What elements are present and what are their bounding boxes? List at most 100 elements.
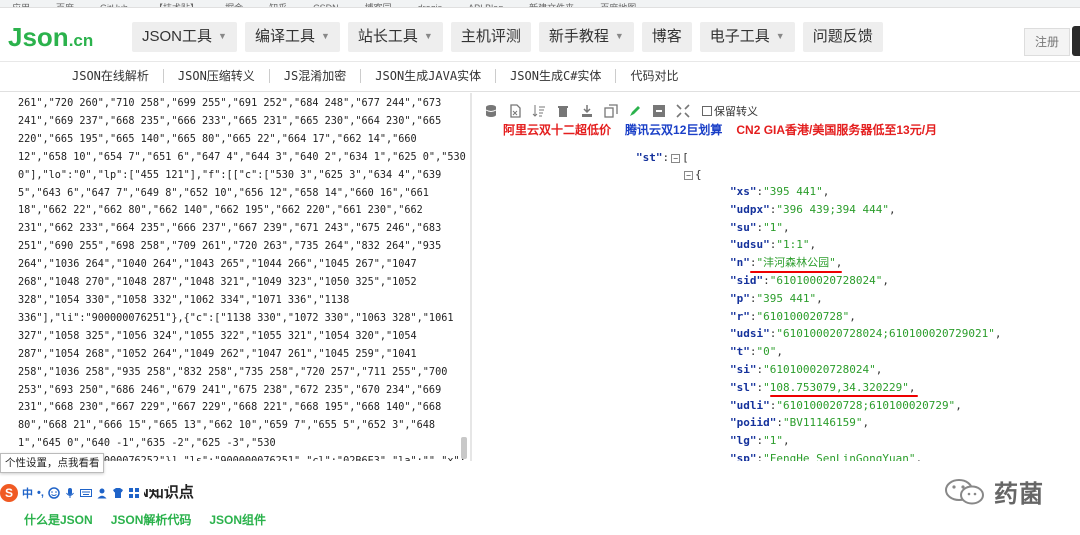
menu-item[interactable]: JSON工具 ▼ (132, 22, 237, 52)
menu-item[interactable]: 主机评测 (450, 22, 531, 52)
tree-value[interactable]: "610100020728024" (763, 363, 876, 376)
subnav-item[interactable]: 代码对比 (616, 69, 692, 83)
code-line: 241","669 237","668 235","666 233","665 … (18, 115, 442, 127)
tree-key: "si" (730, 363, 757, 376)
tree-row: "udpx":"396 439;394 444", (730, 202, 896, 216)
trash-icon[interactable] (556, 104, 570, 118)
tree-value[interactable]: "610100020728024" (770, 274, 883, 287)
keyboard-icon[interactable] (79, 487, 92, 499)
menu-item-label: 编译工具 (254, 28, 315, 45)
footer-link[interactable]: JSON解析代码 (111, 511, 192, 528)
tree-value[interactable]: "396 439;394 444" (776, 203, 889, 216)
code-line: 264","1036 264","1040 264","1043 265","1… (18, 259, 417, 271)
bracket: { (695, 168, 702, 181)
edit-icon[interactable] (628, 104, 642, 118)
user-icon[interactable] (96, 487, 108, 499)
code-line: 18","662 22","662 80","662 140","662 195… (18, 205, 423, 217)
json-input-content: 261","720 260","710 258","699 255","691 … (18, 95, 466, 461)
subnav-item[interactable]: JSON压缩转义 (164, 69, 270, 83)
keep-escape-checkbox[interactable] (702, 106, 712, 116)
bracket: [ (682, 151, 689, 164)
ad-link[interactable]: 阿里云双十二超低价 (503, 121, 611, 138)
subnav-item[interactable]: JS混淆加密 (270, 69, 362, 83)
tree-value[interactable]: "610100020728024;610100020729021" (776, 327, 995, 340)
menu-item[interactable]: 站长工具 ▼ (347, 22, 443, 52)
collapse-toggle-icon[interactable]: − (684, 170, 693, 180)
download-icon[interactable] (580, 104, 594, 118)
code-line: 287","1054 268","1052 264","1049 262","1… (18, 348, 417, 360)
menu-item[interactable]: 电子工具 ▼ (699, 22, 795, 52)
code-line: 231","662 233","664 235","666 237","667 … (18, 223, 442, 235)
user-avatar[interactable] (1072, 26, 1080, 56)
chevron-down-icon: ▼ (423, 31, 433, 41)
scrollbar-thumb[interactable] (461, 437, 467, 459)
tree-value[interactable]: "610100020728" (757, 310, 850, 323)
ad-link[interactable]: CN2 GIA香港/美国服务器低至13元/月 (736, 121, 937, 138)
code-line: 268","1048 270","1048 287","1048 321","1… (18, 277, 417, 289)
menu-item[interactable]: 博客 (641, 22, 692, 52)
red-annotation-underline (770, 395, 918, 397)
code-line: 327","1058 325","1056 324","1055 322","1… (18, 330, 417, 342)
menu-item[interactable]: 新手教程 ▼ (538, 22, 634, 52)
json-input-textarea[interactable]: 261","720 260","710 258","699 255","691 … (0, 93, 470, 461)
site-logo[interactable]: Json.cn (8, 22, 93, 53)
wechat-icon (945, 478, 984, 504)
copy-icon[interactable] (604, 104, 618, 118)
sort-icon[interactable] (532, 104, 546, 118)
file-icon[interactable] (508, 104, 522, 118)
shirt-icon[interactable] (112, 487, 124, 499)
tree-value[interactable]: "沣河森林公园" (757, 256, 836, 269)
menu-item-label: 问题反馈 (812, 28, 873, 45)
tree-value[interactable]: "BV11146159" (783, 416, 862, 429)
ad-link[interactable]: 腾讯云双12巨划算 (625, 121, 722, 138)
code-line: 328","1054 330","1058 332","1062 334","1… (18, 294, 350, 306)
tree-value[interactable]: "1:1" (776, 238, 809, 251)
tree-row: "si":"610100020728024", (730, 363, 883, 376)
tree-value[interactable]: "1" (763, 434, 783, 447)
tree-value[interactable]: "610100020728;610100020729" (776, 399, 955, 412)
main-menu: JSON工具 ▼ 编译工具 ▼ 站长工具 ▼ 主机评测 新手教程 ▼ 博客 电子工具 ▼ 问题反馈 (132, 22, 883, 52)
database-icon[interactable] (484, 104, 498, 118)
microphone-icon[interactable] (64, 487, 76, 499)
footer-link[interactable]: 什么是JSON (24, 511, 93, 528)
tree-value[interactable]: "FengHe SenLinGongYuan" (763, 452, 915, 461)
subnav-item[interactable]: JSON生成JAVA实体 (361, 69, 497, 83)
chevron-down-icon: ▼ (218, 31, 227, 41)
tree-value[interactable]: "395 441" (757, 292, 817, 305)
smiley-icon[interactable] (48, 487, 60, 499)
sogou-logo-icon[interactable]: S (0, 484, 18, 502)
code-line: 231","668 230","667 229","667 229","668 … (18, 402, 442, 414)
code-line: 80","668 21","666 15","665 13","662 10",… (18, 420, 436, 432)
grid-icon[interactable] (128, 487, 140, 499)
tree-key: "st" (636, 151, 663, 164)
ime-punctuation-label[interactable]: •, (37, 487, 44, 499)
code-line: 5","643 6","647 7","649 8","652 10","656… (18, 187, 429, 199)
code-line: 261","720 260","710 258","699 255","691 … (18, 98, 442, 109)
tree-key: "t" (730, 345, 750, 359)
menu-item[interactable]: 编译工具 ▼ (244, 22, 340, 52)
subnav-item[interactable]: JSON生成C#实体 (496, 69, 617, 83)
tree-row: "r":"610100020728", (730, 309, 856, 323)
tree-value[interactable]: "1" (763, 221, 783, 234)
tree-value[interactable]: "395 441" (763, 185, 823, 198)
collapse-icon[interactable] (652, 104, 666, 118)
tree-row: "t":"0", (730, 345, 783, 359)
bookmarks-bar: 应用 百度 GitHub 【技术贴】 掘金 知乎 CSDN 博客园 dregis API Blog… (0, 0, 1080, 8)
tree-value[interactable]: "0" (757, 345, 777, 358)
ime-toolbar[interactable]: S 中 •, (0, 482, 144, 504)
footer-link[interactable]: JSON组件 (209, 511, 266, 528)
menu-item[interactable]: 问题反馈 (802, 22, 883, 52)
tree-key: "udsi" (730, 327, 770, 341)
ime-language-label[interactable]: 中 (22, 485, 33, 501)
expand-icon[interactable] (676, 104, 690, 118)
register-button[interactable]: 注册 (1024, 28, 1071, 56)
tree-key: "sp" (730, 452, 757, 461)
tree-value[interactable]: "108.753079,34.320229" (763, 381, 909, 394)
tree-key: "lg" (730, 434, 757, 448)
tree-row: "lg":"1", (730, 434, 790, 448)
code-line: 220","665 195","665 140","665 80","665 2… (18, 133, 417, 145)
keep-escape-option[interactable]: 保留转义 (702, 103, 758, 119)
code-line: 1","645 0","640 -1","635 -2","625 -3","5… (18, 438, 276, 450)
subnav-item[interactable]: JSON在线解析 (58, 69, 164, 83)
collapse-toggle-icon[interactable]: − (671, 153, 681, 163)
